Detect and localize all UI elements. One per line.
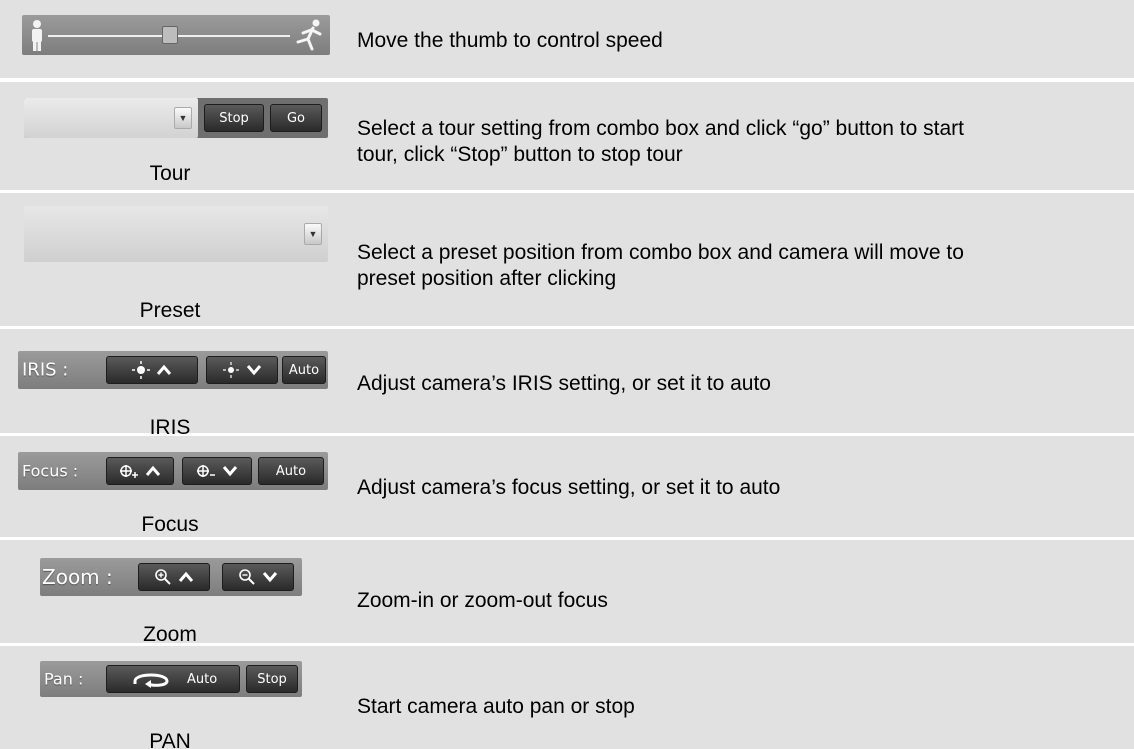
iris-row: IRIS : Auto Adjust camera’s IRIS setting… [0, 329, 1134, 439]
tour-row: ▼ Stop Go Tour Select a tour setting fro… [0, 82, 1134, 190]
zoom-in-icon [155, 569, 171, 585]
preset-caption: Preset [139, 299, 201, 322]
dropdown-arrow-icon[interactable]: ▼ [304, 223, 322, 245]
focus-far-button[interactable] [182, 457, 252, 485]
focus-row: Focus : Auto Adjust camera’s focus setti… [0, 436, 1134, 537]
pan-control: Pan : Auto Stop [40, 661, 302, 697]
zoom-caption: Zoom [143, 623, 197, 646]
tour-go-label: Go [286, 110, 306, 126]
preset-description-line2: preset position after clicking [357, 267, 617, 290]
zoom-control: Zoom : [40, 558, 302, 596]
focus-caption: Focus [141, 513, 199, 536]
focus-control: Focus : Auto [18, 452, 328, 490]
pan-row: Pan : Auto Stop Start camera auto pan or… [0, 646, 1134, 749]
tour-combo-box[interactable]: ▼ [24, 98, 198, 138]
iris-auto-button[interactable]: Auto [282, 356, 326, 384]
tour-stop-label: Stop [219, 110, 249, 126]
zoom-out-button[interactable] [222, 563, 294, 591]
pan-strip-label: Pan : [44, 669, 84, 689]
preset-row: ▼ Select a preset position from combo bo… [0, 193, 1134, 326]
focus-plus-icon [120, 465, 138, 478]
chevron-up-icon [178, 571, 194, 582]
pan-stop-label: Stop [257, 671, 287, 687]
speed-slider[interactable] [22, 15, 330, 55]
tour-stop-button[interactable]: Stop [204, 104, 264, 132]
chevron-up-icon [145, 465, 161, 476]
focus-auto-button[interactable]: Auto [258, 457, 324, 485]
iris-control: IRIS : Auto [18, 351, 328, 389]
iris-auto-label: Auto [288, 362, 320, 378]
pan-auto-button[interactable]: Auto [106, 665, 240, 693]
pan-caption: PAN [149, 730, 191, 749]
pan-auto-label: Auto [187, 671, 218, 687]
iris-down-button[interactable] [206, 356, 278, 384]
speed-description: Move the thumb to control speed [357, 29, 663, 52]
tour-go-button[interactable]: Go [270, 104, 322, 132]
focus-strip-label: Focus : [22, 461, 79, 481]
zoom-row: Zoom : Zoom-in or zoom-out focus Zoom [0, 540, 1134, 646]
chevron-down-icon [222, 466, 238, 477]
iris-up-button[interactable] [106, 356, 198, 384]
pan-stop-button[interactable]: Stop [246, 665, 298, 693]
focus-description: Adjust camera’s focus setting, or set it… [357, 476, 781, 499]
focus-auto-label: Auto [275, 463, 307, 479]
focus-near-button[interactable] [106, 457, 174, 485]
dropdown-arrow-icon[interactable]: ▼ [174, 107, 192, 129]
zoom-description: Zoom-in or zoom-out focus [357, 589, 608, 612]
preset-description-line1: Select a preset position from combo box … [357, 241, 964, 264]
preset-combo-box[interactable]: ▼ [24, 206, 328, 262]
focus-minus-icon [197, 465, 215, 477]
iris-description: Adjust camera’s IRIS setting, or set it … [357, 372, 771, 395]
tour-caption: Tour [149, 162, 191, 185]
speed-thumb-icon[interactable] [162, 26, 178, 44]
sun-icon [223, 362, 239, 378]
iris-strip-label: IRIS : [22, 359, 69, 381]
pan-loop-icon [133, 673, 169, 688]
speed-row: Move the thumb to control speed [0, 0, 1134, 78]
chevron-down-icon [262, 572, 278, 583]
zoom-out-icon [239, 569, 255, 585]
tour-description-line1: Select a tour setting from combo box and… [357, 117, 964, 140]
zoom-strip-label: Zoom : [42, 565, 113, 589]
tour-control: ▼ Stop Go [24, 98, 328, 138]
chevron-down-icon [246, 365, 262, 376]
pan-description: Start camera auto pan or stop [357, 695, 635, 718]
sun-icon [132, 361, 150, 379]
chevron-up-icon [156, 364, 172, 375]
zoom-in-button[interactable] [138, 563, 210, 591]
tour-description-line2: tour, click “Stop” button to stop tour [357, 143, 683, 166]
running-person-icon [296, 19, 322, 51]
